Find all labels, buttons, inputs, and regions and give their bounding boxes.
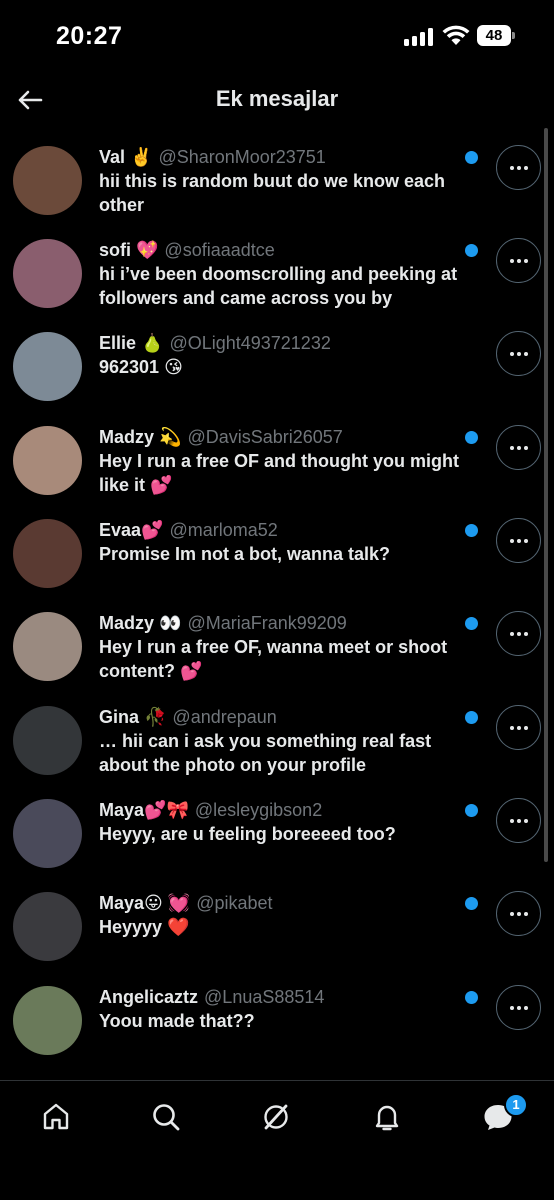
message-preview: hi i’ve been doomscrolling and peeking a… bbox=[99, 264, 458, 308]
conversation-row[interactable]: Maya💕🎀 @lesleygibson2 Heyyy, are u feelin… bbox=[0, 793, 554, 886]
avatar[interactable] bbox=[13, 519, 82, 588]
message-preview: Hey I run a free OF and thought you migh… bbox=[99, 451, 460, 495]
unread-dot bbox=[465, 151, 478, 164]
tab-home[interactable] bbox=[36, 1097, 76, 1137]
unread-dot bbox=[465, 804, 478, 817]
user-handle: @pikabet bbox=[196, 893, 273, 913]
more-options-button[interactable] bbox=[496, 425, 541, 470]
unread-dot bbox=[465, 711, 478, 724]
display-name: Angelicaztz bbox=[99, 987, 199, 1007]
more-options-button[interactable] bbox=[496, 611, 541, 656]
battery-level: 48 bbox=[477, 25, 511, 46]
display-name: Gina 🥀 bbox=[99, 707, 167, 727]
conversation-row[interactable]: Madzy 👀 @MariaFrank99209 Hey I run a free… bbox=[0, 606, 554, 699]
avatar[interactable] bbox=[13, 612, 82, 681]
battery-icon: 48 bbox=[477, 25, 515, 46]
message-preview: Heyyyy ❤️ bbox=[99, 917, 190, 937]
more-options-button[interactable] bbox=[496, 331, 541, 376]
display-name: Evaa💕 bbox=[99, 520, 164, 540]
display-name: Madzy 👀 bbox=[99, 613, 182, 633]
more-options-button[interactable] bbox=[496, 518, 541, 563]
message-preview: … hii can i ask you something real fast … bbox=[99, 731, 432, 775]
user-handle: @sofiaaadtce bbox=[164, 240, 275, 260]
message-preview: Hey I run a free OF, wanna meet or shoot… bbox=[99, 637, 448, 681]
user-handle: @SharonMoor23751 bbox=[158, 147, 326, 167]
more-options-button[interactable] bbox=[496, 145, 541, 190]
page-title: Ek mesajlar bbox=[215, 86, 339, 111]
tab-notifications[interactable] bbox=[367, 1097, 407, 1137]
grok-icon bbox=[264, 1104, 288, 1130]
avatar[interactable] bbox=[13, 146, 82, 215]
user-handle: @MariaFrank99209 bbox=[187, 613, 347, 633]
avatar[interactable] bbox=[13, 986, 82, 1055]
cellular-signal-icon bbox=[404, 28, 434, 46]
message-preview: Promise Im not a bot, wanna talk? bbox=[99, 544, 391, 564]
more-options-button[interactable] bbox=[496, 985, 541, 1030]
conversation-row[interactable]: Maya😛 💓 @pikabet Heyyyy ❤️ bbox=[0, 886, 554, 979]
message-preview: 962301 😘 bbox=[99, 357, 183, 377]
more-options-button[interactable] bbox=[496, 238, 541, 283]
message-preview: Yoou made that?? bbox=[99, 1011, 255, 1031]
display-name: Maya💕🎀 bbox=[99, 800, 189, 820]
message-request-list: Val ✌️ @SharonMoor23751 hii this is rando… bbox=[0, 140, 554, 1080]
avatar[interactable] bbox=[13, 799, 82, 868]
home-icon bbox=[43, 1103, 69, 1130]
conversation-row[interactable]: Evaa💕 @marloma52 Promise Im not a bot, wa… bbox=[0, 513, 554, 606]
user-handle: @andrepaun bbox=[172, 707, 277, 727]
avatar[interactable] bbox=[13, 426, 82, 495]
conversation-row[interactable]: Madzy 💫 @DavisSabri26057 Hey I run a free… bbox=[0, 420, 554, 513]
message-preview: Heyyy, are u feeling boreeeed too? bbox=[99, 824, 396, 844]
status-bar: 20:27 48 bbox=[0, 0, 554, 72]
conversation-row[interactable]: Gina 🥀 @andrepaun … hii can i ask you som… bbox=[0, 700, 554, 793]
display-name: Maya😛 💓 bbox=[99, 893, 191, 913]
unread-dot bbox=[465, 524, 478, 537]
message-preview: hii this is random buut do we know each … bbox=[99, 171, 446, 215]
user-handle: @OLight493721232 bbox=[169, 333, 331, 353]
user-handle: @lesleygibson2 bbox=[194, 800, 323, 820]
avatar[interactable] bbox=[13, 706, 82, 775]
unread-dot bbox=[465, 244, 478, 257]
conversation-row[interactable]: sofi 💖 @sofiaaadtce hi i’ve been doomscro… bbox=[0, 233, 554, 326]
conversation-row[interactable]: Val ✌️ @SharonMoor23751 hii this is rando… bbox=[0, 140, 554, 233]
messages-badge: 1 bbox=[504, 1093, 528, 1117]
display-name: Val ✌️ bbox=[99, 147, 153, 167]
display-name: Madzy 💫 bbox=[99, 427, 182, 447]
unread-dot bbox=[465, 431, 478, 444]
user-handle: @LnuaS88514 bbox=[204, 987, 325, 1007]
more-options-button[interactable] bbox=[496, 891, 541, 936]
bottom-tab-bar: 1 bbox=[0, 1081, 554, 1200]
conversation-row[interactable]: Angelicaztz @LnuaS88514 Yoou made that?? bbox=[0, 980, 554, 1073]
tab-search[interactable] bbox=[146, 1097, 186, 1137]
status-time: 20:27 bbox=[56, 22, 123, 50]
conversation-row[interactable]: Ellie 🍐 @OLight493721232 962301 😘 bbox=[0, 326, 554, 419]
avatar[interactable] bbox=[13, 332, 82, 401]
unread-dot bbox=[465, 897, 478, 910]
tab-grok[interactable] bbox=[256, 1097, 296, 1137]
bell-icon bbox=[375, 1105, 399, 1131]
avatar[interactable] bbox=[13, 239, 82, 308]
display-name: sofi 💖 bbox=[99, 240, 159, 260]
more-options-button[interactable] bbox=[496, 705, 541, 750]
scrollbar[interactable] bbox=[544, 128, 548, 862]
more-options-button[interactable] bbox=[496, 798, 541, 843]
search-icon bbox=[153, 1104, 180, 1131]
display-name: Ellie 🍐 bbox=[99, 333, 164, 353]
user-handle: @marloma52 bbox=[169, 520, 278, 540]
wifi-icon bbox=[442, 24, 470, 46]
header: Ek mesajlar bbox=[0, 72, 554, 128]
unread-dot bbox=[465, 991, 478, 1004]
avatar[interactable] bbox=[13, 892, 82, 961]
user-handle: @DavisSabri26057 bbox=[187, 427, 343, 447]
unread-dot bbox=[465, 617, 478, 630]
